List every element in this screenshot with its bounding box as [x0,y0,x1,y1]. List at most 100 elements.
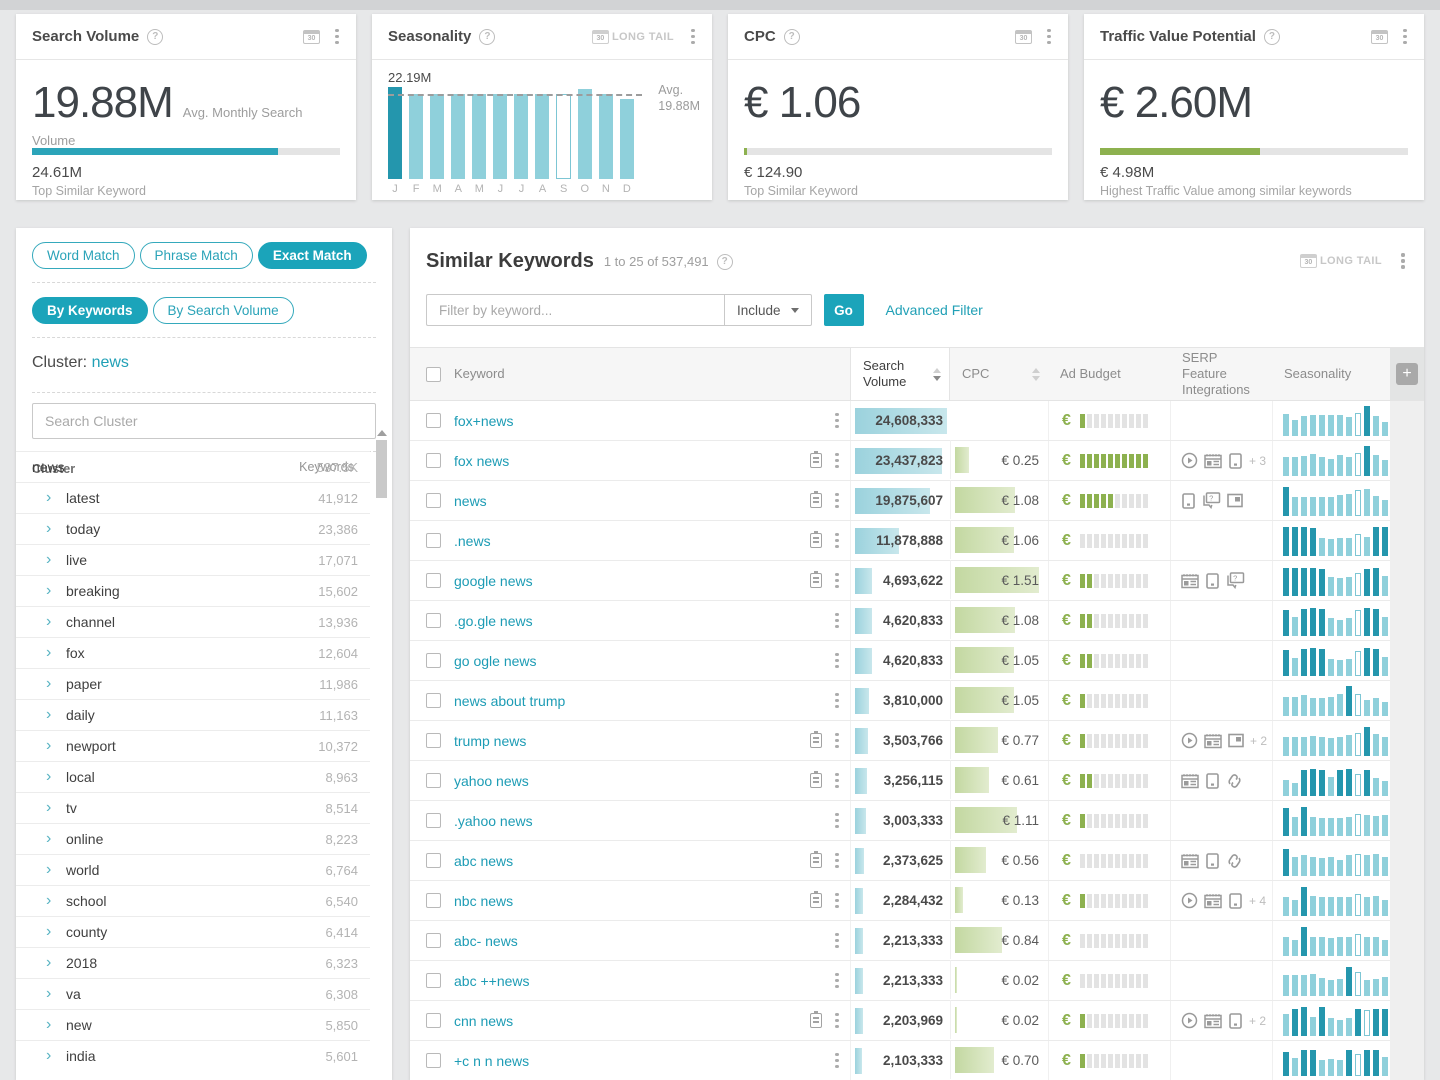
kebab-menu-icon[interactable] [330,28,344,46]
cluster-row[interactable]: › tv 8,514 [16,792,370,823]
row-kebab-menu-icon[interactable] [830,852,844,870]
row-kebab-menu-icon[interactable] [830,932,844,950]
sidebar-scrollbar[interactable] [375,428,388,1080]
column-header-cpc[interactable]: CPC [950,348,1048,400]
serp-snapshot-icon[interactable] [810,891,822,908]
row-kebab-menu-icon[interactable] [830,1052,844,1070]
cluster-row[interactable]: › daily 11,163 [16,699,370,730]
news-serp-icon[interactable] [1204,453,1222,469]
help-icon[interactable] [147,28,164,45]
serp-snapshot-icon[interactable] [810,571,822,588]
keyword-link[interactable]: cnn news [454,1013,513,1029]
news-serp-icon[interactable] [1181,773,1199,789]
help-icon[interactable] [783,28,800,45]
mobile-serp-icon[interactable] [1205,572,1220,589]
row-checkbox[interactable] [426,693,441,708]
cluster-row[interactable]: › world 6,764 [16,854,370,885]
row-kebab-menu-icon[interactable] [830,532,844,550]
row-checkbox[interactable] [426,973,441,988]
news-serp-icon[interactable] [1204,733,1222,749]
scroll-up-icon[interactable] [376,430,387,436]
news-serp-icon[interactable] [1204,1013,1222,1029]
row-kebab-menu-icon[interactable] [830,412,844,430]
row-kebab-menu-icon[interactable] [830,772,844,790]
row-kebab-menu-icon[interactable] [830,892,844,910]
news-serp-icon[interactable] [1181,853,1199,869]
keyword-link[interactable]: news [454,493,487,509]
help-icon[interactable] [716,253,733,270]
cluster-row[interactable]: › school 6,540 [16,885,370,916]
row-checkbox[interactable] [426,533,441,548]
row-kebab-menu-icon[interactable] [830,452,844,470]
tab-by-search-volume[interactable]: By Search Volume [152,297,294,324]
calendar-icon[interactable]: 30 [303,29,320,44]
serp-snapshot-icon[interactable] [810,851,822,868]
add-column-button[interactable]: + [1396,363,1418,385]
cluster-value-link[interactable]: news [92,354,129,371]
row-checkbox[interactable] [426,1013,441,1028]
row-checkbox[interactable] [426,1053,441,1068]
cluster-row[interactable]: › newport 10,372 [16,730,370,761]
link-serp-icon[interactable] [1226,853,1243,869]
kebab-menu-icon[interactable] [1398,28,1412,46]
keyword-filter-input[interactable] [426,294,724,326]
scrollbar-thumb[interactable] [376,440,387,498]
calendar-icon[interactable]: 30 [1371,29,1388,44]
serp-snapshot-icon[interactable] [810,451,822,468]
cluster-row[interactable]: › new 5,850 [16,1009,370,1040]
cluster-row[interactable]: › county 6,414 [16,916,370,947]
cluster-row[interactable]: › live 17,071 [16,544,370,575]
row-kebab-menu-icon[interactable] [830,492,844,510]
keyword-link[interactable]: abc- news [454,933,518,949]
keyword-link[interactable]: nbc news [454,893,513,909]
cluster-row[interactable]: › online 8,223 [16,823,370,854]
keyword-link[interactable]: .go.gle news [454,613,533,629]
row-checkbox[interactable] [426,933,441,948]
mobile-serp-icon[interactable] [1205,852,1220,869]
go-button[interactable]: Go [823,294,864,326]
video-serp-icon[interactable] [1181,892,1198,909]
serp-snapshot-icon[interactable] [810,531,822,548]
row-kebab-menu-icon[interactable] [830,652,844,670]
keyword-link[interactable]: google news [454,573,533,589]
row-checkbox[interactable] [426,613,441,628]
cluster-row[interactable]: › fox 12,604 [16,637,370,668]
keyword-link[interactable]: .yahoo news [454,813,533,829]
row-kebab-menu-icon[interactable] [830,692,844,710]
row-kebab-menu-icon[interactable] [830,572,844,590]
image-serp-icon[interactable] [1227,493,1243,508]
keyword-link[interactable]: .news [454,533,491,549]
cluster-row[interactable]: › latest 41,912 [16,482,370,513]
cluster-root-row[interactable]: news 537.5K [16,451,370,482]
keyword-link[interactable]: fox news [454,453,509,469]
serp-snapshot-icon[interactable] [810,491,822,508]
mobile-serp-icon[interactable] [1181,492,1196,509]
serp-snapshot-icon[interactable] [810,1011,822,1028]
advanced-filter-link[interactable]: Advanced Filter [886,302,983,318]
cluster-row[interactable]: › 2018 6,323 [16,947,370,978]
kebab-menu-icon[interactable] [1396,252,1410,270]
cluster-row[interactable]: › today 23,386 [16,513,370,544]
include-dropdown[interactable]: Include [724,294,812,326]
row-checkbox[interactable] [426,853,441,868]
calendar-icon[interactable]: 30 [1015,29,1032,44]
keyword-link[interactable]: trump news [454,733,526,749]
row-checkbox[interactable] [426,413,441,428]
row-checkbox[interactable] [426,493,441,508]
mobile-serp-icon[interactable] [1205,772,1220,789]
image-serp-icon[interactable] [1228,733,1244,748]
long-tail-toggle[interactable]: 30 LONG TAIL [591,29,674,44]
row-checkbox[interactable] [426,893,441,908]
row-kebab-menu-icon[interactable] [830,612,844,630]
news-serp-icon[interactable] [1204,893,1222,909]
cluster-row[interactable]: › va 6,308 [16,978,370,1009]
tab-by-keywords[interactable]: By Keywords [32,297,148,324]
cluster-row[interactable]: › channel 13,936 [16,606,370,637]
select-all-checkbox[interactable] [426,366,441,382]
kebab-menu-icon[interactable] [686,28,700,46]
mobile-serp-icon[interactable] [1228,1012,1243,1029]
long-tail-toggle[interactable]: 30 LONG TAIL [1299,254,1382,268]
keyword-link[interactable]: +c n n news [454,1053,529,1069]
row-kebab-menu-icon[interactable] [830,732,844,750]
row-checkbox[interactable] [426,453,441,468]
